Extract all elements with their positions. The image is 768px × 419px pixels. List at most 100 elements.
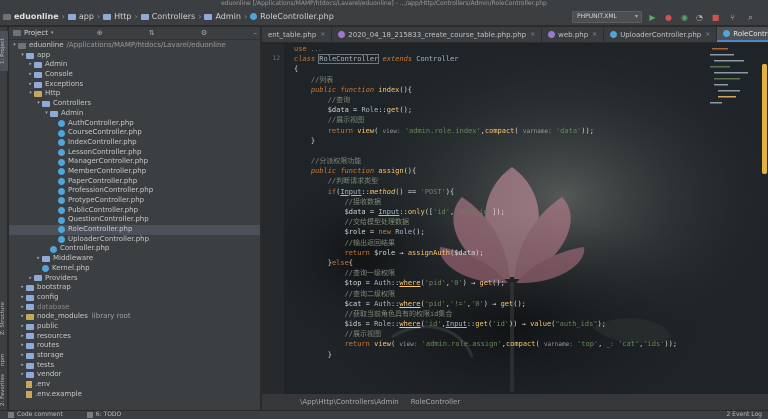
code-editor[interactable]: ent_table.php × 2020_04_18_215833_create_… bbox=[262, 27, 768, 410]
php-class-icon bbox=[58, 139, 65, 147]
close-icon[interactable]: × bbox=[530, 31, 535, 38]
breadcrumb-item[interactable]: Admin bbox=[215, 12, 241, 21]
chevron-down-icon[interactable]: ▾ bbox=[51, 30, 54, 36]
tree-item[interactable]: ▾ app bbox=[9, 51, 260, 61]
debug-icon[interactable]: ● bbox=[664, 13, 673, 22]
breadcrumb-item[interactable]: app bbox=[79, 12, 94, 21]
tree-item[interactable]: ▸ Exceptions bbox=[9, 80, 260, 90]
tree-item[interactable]: ▸ routes bbox=[9, 341, 260, 351]
scroll-thumb[interactable] bbox=[762, 64, 767, 174]
tree-item[interactable]: ManagerController.php bbox=[9, 157, 260, 167]
tree-item[interactable]: PublicController.php bbox=[9, 206, 260, 216]
tree-item[interactable]: QuestionController.php bbox=[9, 215, 260, 225]
line-number: 12 bbox=[272, 55, 280, 63]
tree-item[interactable]: ▸ config bbox=[9, 293, 260, 303]
close-icon[interactable]: × bbox=[320, 31, 325, 38]
close-icon[interactable]: × bbox=[705, 31, 710, 38]
php-class-icon bbox=[42, 265, 49, 273]
event-log-button[interactable]: 2 Event Log bbox=[726, 411, 762, 419]
breadcrumb-item[interactable]: Controllers bbox=[152, 12, 196, 21]
tree-item[interactable]: ▾ Admin bbox=[9, 109, 260, 119]
favorites-tool-tab[interactable]: 2: Favorites bbox=[0, 372, 8, 408]
tree-item[interactable]: CourseController.php bbox=[9, 128, 260, 138]
profile-icon[interactable]: ◔ bbox=[695, 13, 704, 22]
project-tool-tab[interactable]: 1: Project bbox=[0, 31, 8, 71]
code-area[interactable]: use ... class RoleController extends Con… bbox=[284, 44, 704, 394]
tree-item[interactable]: ▸ Console bbox=[9, 70, 260, 80]
tree-item-root[interactable]: ▾ eduonline/Applications/MAMP/htdocs/Lava… bbox=[9, 41, 260, 51]
breadcrumb-class[interactable]: RoleController bbox=[411, 398, 461, 406]
commit-tool-button[interactable]: Code comment bbox=[8, 411, 63, 419]
folder-icon bbox=[103, 13, 112, 20]
run-icon[interactable]: ▶ bbox=[648, 13, 657, 22]
tab-file[interactable]: web.php × bbox=[542, 27, 605, 42]
tree-item[interactable]: IndexController.php bbox=[9, 138, 260, 148]
folder-icon bbox=[26, 343, 34, 350]
close-icon[interactable]: × bbox=[592, 31, 597, 38]
tab-file[interactable]: ent_table.php × bbox=[262, 27, 333, 42]
php-class-icon bbox=[50, 245, 57, 253]
php-class-icon bbox=[58, 226, 65, 234]
tree-item[interactable]: ▾ Http bbox=[9, 89, 260, 99]
tree-item[interactable]: PaperController.php bbox=[9, 177, 260, 187]
stop-icon[interactable]: ■ bbox=[711, 13, 720, 22]
code-minimap[interactable] bbox=[704, 44, 756, 134]
ide-window: eduonline [/Applications/MAMP/htdocs/Lav… bbox=[0, 0, 768, 419]
locate-icon[interactable]: ⊕ bbox=[94, 29, 106, 37]
tree-item[interactable]: ▸ vendor bbox=[9, 370, 260, 380]
tree-item[interactable]: ▸ Middleware bbox=[9, 254, 260, 264]
tree-item[interactable]: ▸ Admin bbox=[9, 60, 260, 70]
tree-item[interactable]: LessonController.php bbox=[9, 148, 260, 158]
php-class-icon bbox=[58, 168, 65, 176]
tree-item-selected[interactable]: RoleController.php bbox=[9, 225, 260, 235]
folder-icon bbox=[34, 81, 42, 88]
editor-scrollbar[interactable] bbox=[760, 44, 768, 394]
code-breadcrumb: \App\Http\Controllers\Admin RoleControll… bbox=[262, 394, 768, 410]
coverage-icon[interactable]: ◉ bbox=[680, 13, 689, 22]
npm-tool-tab[interactable]: npm bbox=[0, 352, 8, 368]
php-class-icon bbox=[610, 31, 618, 38]
breadcrumb-item[interactable]: Http bbox=[114, 12, 131, 21]
folder-icon bbox=[34, 275, 42, 282]
tree-item[interactable]: .env bbox=[9, 380, 260, 390]
tree-item[interactable]: ▸ storage bbox=[9, 351, 260, 361]
tree-item[interactable]: ▸ node_modules library root bbox=[9, 312, 260, 322]
breadcrumb-item[interactable]: RoleController.php bbox=[260, 12, 334, 21]
tree-item[interactable]: ▾ Controllers bbox=[9, 99, 260, 109]
structure-tool-tab[interactable]: Z: Structure bbox=[0, 297, 8, 341]
breadcrumb-item[interactable]: eduonline bbox=[14, 12, 59, 21]
tab-file[interactable]: UploaderController.php × bbox=[604, 27, 718, 42]
collapse-icon[interactable]: ⇅ bbox=[146, 29, 158, 37]
tree-item[interactable]: ▸ public bbox=[9, 322, 260, 332]
tree-item[interactable]: AuthController.php bbox=[9, 119, 260, 129]
tab-file[interactable]: 2020_04_18_215833_create_course_table.ph… bbox=[332, 27, 543, 42]
tree-item[interactable]: MemberController.php bbox=[9, 167, 260, 177]
tree-item[interactable]: ▸ resources bbox=[9, 332, 260, 342]
tree-item[interactable]: ▸ tests bbox=[9, 361, 260, 371]
php-class-icon bbox=[58, 148, 65, 156]
tree-item[interactable]: ▸ bootstrap bbox=[9, 283, 260, 293]
project-panel-title[interactable]: Project bbox=[24, 29, 48, 37]
tree-item[interactable]: ▸ database bbox=[9, 303, 260, 313]
tree-item[interactable]: ProfessionController.php bbox=[9, 186, 260, 196]
folder-icon bbox=[34, 71, 42, 78]
tab-file-active[interactable]: RoleController.php× bbox=[717, 27, 768, 42]
hide-icon[interactable]: – bbox=[251, 29, 261, 37]
php-class-icon bbox=[58, 197, 65, 205]
git-icon[interactable]: ⑂ bbox=[728, 13, 737, 22]
tree-item[interactable]: Controller.php bbox=[9, 244, 260, 254]
folder-icon bbox=[26, 304, 34, 311]
tree-item[interactable]: Kernel.php bbox=[9, 264, 260, 274]
run-config-select[interactable]: PHPUNIT.XML ▾ bbox=[572, 11, 642, 23]
window-title: eduonline [/Applications/MAMP/htdocs/Lav… bbox=[0, 0, 768, 8]
breadcrumb-namespace[interactable]: \App\Http\Controllers\Admin bbox=[300, 398, 399, 406]
folder-icon bbox=[26, 323, 34, 330]
search-icon[interactable]: ⌕ bbox=[746, 13, 755, 22]
tree-item[interactable]: ProtypeController.php bbox=[9, 196, 260, 206]
todo-tool-button[interactable]: 6: TODO bbox=[86, 411, 121, 419]
tree-item[interactable]: ▸ Providers bbox=[9, 274, 260, 284]
php-class-icon bbox=[58, 129, 65, 137]
gear-icon[interactable]: ⚙ bbox=[198, 29, 210, 37]
tree-item[interactable]: UploaderController.php bbox=[9, 235, 260, 245]
tree-item[interactable]: .env.example bbox=[9, 390, 260, 400]
